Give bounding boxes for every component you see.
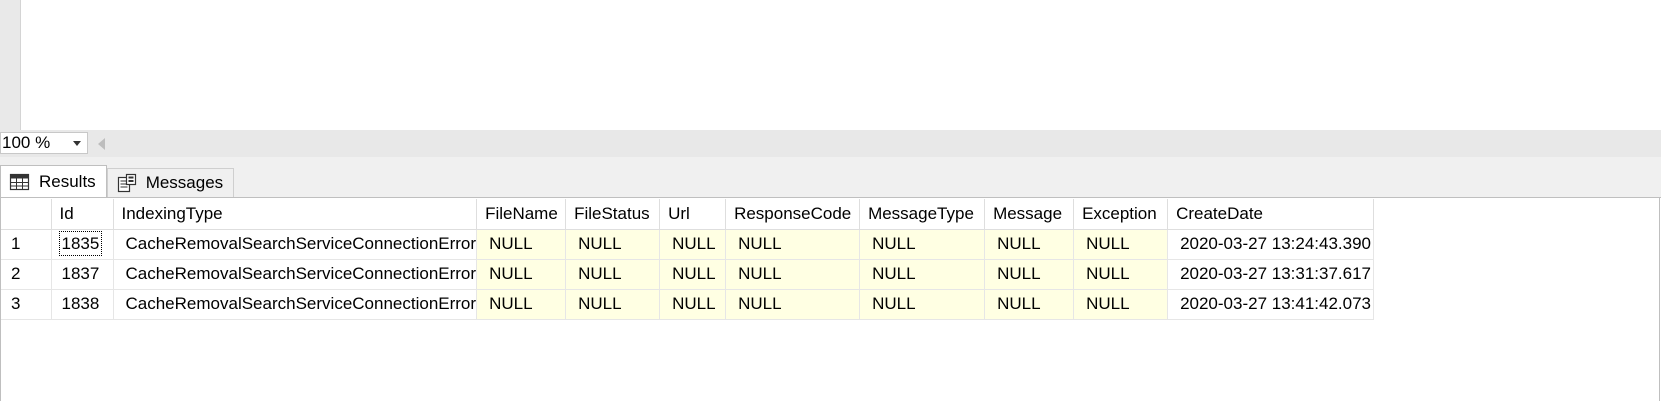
column-header-indexingtype[interactable]: IndexingType — [113, 199, 478, 230]
cell-createdate[interactable]: 2020-03-27 13:41:42.073 — [1167, 289, 1375, 320]
column-header-messagetype[interactable]: MessageType — [859, 199, 986, 230]
tab-results[interactable]: Results — [0, 165, 107, 197]
zoom-dropdown[interactable]: 100 % — [0, 132, 88, 154]
column-header-filename[interactable]: FileName — [476, 199, 567, 230]
cell-filestatus[interactable]: NULL — [565, 289, 661, 320]
cell-id-value: 1838 — [61, 294, 100, 313]
cell-indexingtype[interactable]: CacheRemovalSearchServiceConnectionError — [113, 289, 478, 320]
cell-messagetype[interactable]: NULL — [859, 289, 986, 320]
cell-exception[interactable]: NULL — [1073, 229, 1169, 260]
zoom-bar: 100 % — [0, 130, 1661, 157]
cell-indexingtype[interactable]: CacheRemovalSearchServiceConnectionError — [113, 229, 478, 260]
scroll-left-icon[interactable] — [98, 138, 105, 150]
cell-responsecode[interactable]: NULL — [725, 229, 861, 260]
cell-id-value: 1835 — [58, 231, 103, 256]
cell-createdate[interactable]: 2020-03-27 13:31:37.617 — [1167, 259, 1375, 290]
column-header-id[interactable]: Id — [51, 199, 114, 230]
cell-filestatus[interactable]: NULL — [565, 259, 661, 290]
row-number[interactable]: 3 — [1, 289, 52, 320]
cell-exception[interactable]: NULL — [1073, 259, 1169, 290]
cell-id[interactable]: 1838 — [51, 289, 114, 320]
ssms-query-window: 100 % Results Messages Id IndexingType F… — [0, 0, 1661, 401]
cell-indexingtype[interactable]: CacheRemovalSearchServiceConnectionError — [113, 259, 478, 290]
cell-filename[interactable]: NULL — [476, 259, 567, 290]
table-row[interactable]: 3 1838 CacheRemovalSearchServiceConnecti… — [1, 289, 1375, 320]
column-header-filestatus[interactable]: FileStatus — [565, 199, 661, 230]
cell-responsecode[interactable]: NULL — [725, 289, 861, 320]
cell-message[interactable]: NULL — [984, 259, 1075, 290]
zoom-value: 100 % — [2, 133, 51, 152]
chevron-down-icon — [73, 141, 81, 146]
cell-messagetype[interactable]: NULL — [859, 259, 986, 290]
table-row[interactable]: 2 1837 CacheRemovalSearchServiceConnecti… — [1, 259, 1375, 290]
cell-message[interactable]: NULL — [984, 229, 1075, 260]
cell-exception[interactable]: NULL — [1073, 289, 1169, 320]
cell-url[interactable]: NULL — [659, 289, 727, 320]
column-header-url[interactable]: Url — [659, 199, 727, 230]
results-panel: Results Messages Id IndexingType FileNam… — [0, 157, 1661, 401]
tab-messages[interactable]: Messages — [106, 168, 235, 197]
cell-url[interactable]: NULL — [659, 259, 727, 290]
cell-url[interactable]: NULL — [659, 229, 727, 260]
tab-messages-label: Messages — [145, 173, 224, 192]
messages-icon — [116, 173, 138, 193]
row-number[interactable]: 1 — [1, 229, 52, 260]
cell-filename[interactable]: NULL — [476, 229, 567, 260]
editor-gutter — [0, 0, 21, 130]
column-header-message[interactable]: Message — [984, 199, 1075, 230]
results-grid[interactable]: Id IndexingType FileName FileStatus Url … — [1, 199, 1375, 320]
tab-results-label: Results — [39, 171, 96, 191]
results-grid-area: Id IndexingType FileName FileStatus Url … — [0, 197, 1661, 401]
results-tabs: Results Messages — [0, 165, 235, 197]
cell-createdate[interactable]: 2020-03-27 13:24:43.390 — [1167, 229, 1375, 260]
table-row[interactable]: 1 1835 CacheRemovalSearchServiceConnecti… — [1, 229, 1375, 260]
cell-responsecode[interactable]: NULL — [725, 259, 861, 290]
column-header-responsecode[interactable]: ResponseCode — [725, 199, 861, 230]
header-row: Id IndexingType FileName FileStatus Url … — [1, 199, 1375, 230]
column-header-exception[interactable]: Exception — [1073, 199, 1169, 230]
cell-message[interactable]: NULL — [984, 289, 1075, 320]
cell-id[interactable]: 1837 — [51, 259, 114, 290]
column-header-createdate[interactable]: CreateDate — [1167, 199, 1375, 230]
cell-id[interactable]: 1835 — [51, 229, 114, 260]
cell-messagetype[interactable]: NULL — [859, 229, 986, 260]
grid-icon — [9, 172, 31, 192]
row-number[interactable]: 2 — [1, 259, 52, 290]
column-header-rownum[interactable] — [1, 199, 52, 230]
cell-filestatus[interactable]: NULL — [565, 229, 661, 260]
cell-filename[interactable]: NULL — [476, 289, 567, 320]
query-editor[interactable] — [21, 0, 1661, 130]
cell-id-value: 1837 — [61, 264, 100, 283]
